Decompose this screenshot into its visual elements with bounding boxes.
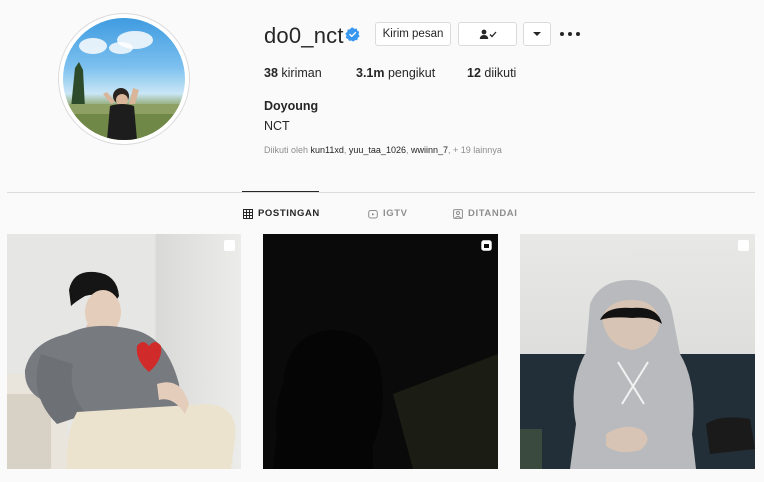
following-label: diikuti (480, 66, 517, 80)
post-photo (520, 280, 755, 469)
posts-count-stat: 38 kiriman (264, 66, 322, 80)
profile-avatar-ring[interactable] (58, 13, 190, 145)
profile-full-name: Doyoung (264, 99, 319, 113)
followed-by-more: + 19 lainnya (453, 145, 502, 155)
more-options-button[interactable] (560, 27, 580, 41)
suggested-dropdown-button[interactable] (523, 22, 551, 46)
multiple-posts-icon (738, 240, 749, 251)
grid-icon (243, 208, 253, 219)
profile-bio: NCT (264, 119, 290, 133)
ellipsis-dot (560, 32, 564, 36)
tagged-icon (453, 208, 463, 219)
followed-by-name: wwiinn_7 (410, 145, 449, 155)
profile-username: do0_nct (264, 23, 344, 48)
send-message-button[interactable]: Kirim pesan (375, 22, 451, 46)
tab-tagged-label: DITANDAI (468, 208, 518, 219)
posts-count: 38 (264, 66, 278, 80)
followers-stat[interactable]: 3.1m pengikut (356, 66, 435, 80)
followed-by-prefix: Diikuti oleh (264, 145, 311, 155)
ellipsis-dot (568, 32, 572, 36)
multiple-posts-icon (224, 240, 235, 251)
following-button[interactable] (458, 22, 517, 46)
tabs-divider (7, 192, 755, 193)
tab-tagged[interactable]: DITANDAI (453, 208, 517, 219)
igtv-icon (368, 209, 378, 218)
verified-badge-icon (345, 27, 360, 42)
post-thumbnail[interactable] (263, 234, 498, 469)
followed-by-name: kun11xd (310, 145, 344, 155)
followed-by-text[interactable]: Diikuti oleh kun11xd, yuu_taa_1026, wwii… (264, 145, 502, 155)
tab-posts-label: POSTINGAN (258, 208, 320, 219)
tab-posts[interactable]: POSTINGAN (243, 208, 320, 219)
tab-igtv[interactable]: IGTV (368, 208, 408, 219)
followers-label: pengikut (384, 66, 436, 80)
post-photo (7, 271, 236, 469)
post-thumbnail[interactable] (7, 234, 241, 469)
avatar-photo (63, 31, 185, 140)
person-check-icon (479, 29, 496, 39)
ellipsis-dot (576, 32, 580, 36)
followed-by-name: yuu_taa_1026 (348, 145, 406, 155)
profile-avatar[interactable] (63, 18, 185, 140)
caret-down-icon (533, 32, 541, 36)
post-photo (273, 330, 498, 469)
post-thumbnail[interactable] (520, 234, 755, 469)
followers-count: 3.1m (356, 66, 385, 80)
following-count: 12 (467, 66, 481, 80)
tab-igtv-label: IGTV (383, 208, 408, 219)
following-stat[interactable]: 12 diikuti (467, 66, 516, 80)
posts-label: kiriman (277, 66, 322, 80)
active-tab-indicator (242, 191, 319, 192)
video-icon (481, 240, 492, 251)
